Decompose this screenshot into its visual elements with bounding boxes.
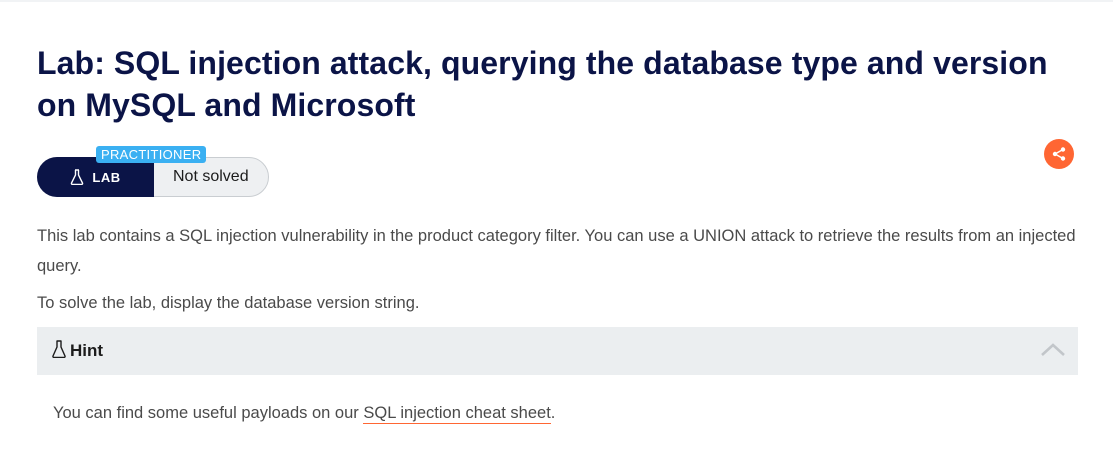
lab-type-pill: LAB — [37, 157, 154, 197]
hint-content: You can find some useful payloads on our… — [53, 398, 555, 428]
sql-cheat-sheet-link[interactable]: SQL injection cheat sheet — [363, 404, 551, 424]
share-icon — [1052, 147, 1066, 161]
flask-icon — [70, 169, 84, 185]
hint-toggle[interactable]: Hint — [37, 327, 1078, 375]
share-button[interactable] — [1044, 139, 1074, 169]
flask-icon — [52, 339, 66, 363]
chevron-up-icon[interactable] — [1040, 340, 1066, 363]
hint-text: You can find some useful payloads on our — [53, 404, 364, 422]
level-tag: PRACTITIONER — [96, 146, 207, 163]
lab-goal: To solve the lab, display the database v… — [37, 294, 420, 312]
lab-type-label: LAB — [92, 169, 121, 185]
top-divider — [0, 0, 1113, 2]
hint-label: Hint — [70, 341, 104, 360]
lab-description: This lab contains a SQL injection vulner… — [37, 227, 1076, 275]
lab-status-badge: LAB Not solved — [37, 157, 269, 197]
page-title: Lab: SQL injection attack, querying the … — [37, 45, 1048, 123]
hint-text-end: . — [550, 404, 556, 422]
lab-status-label: Not solved — [173, 168, 249, 185]
